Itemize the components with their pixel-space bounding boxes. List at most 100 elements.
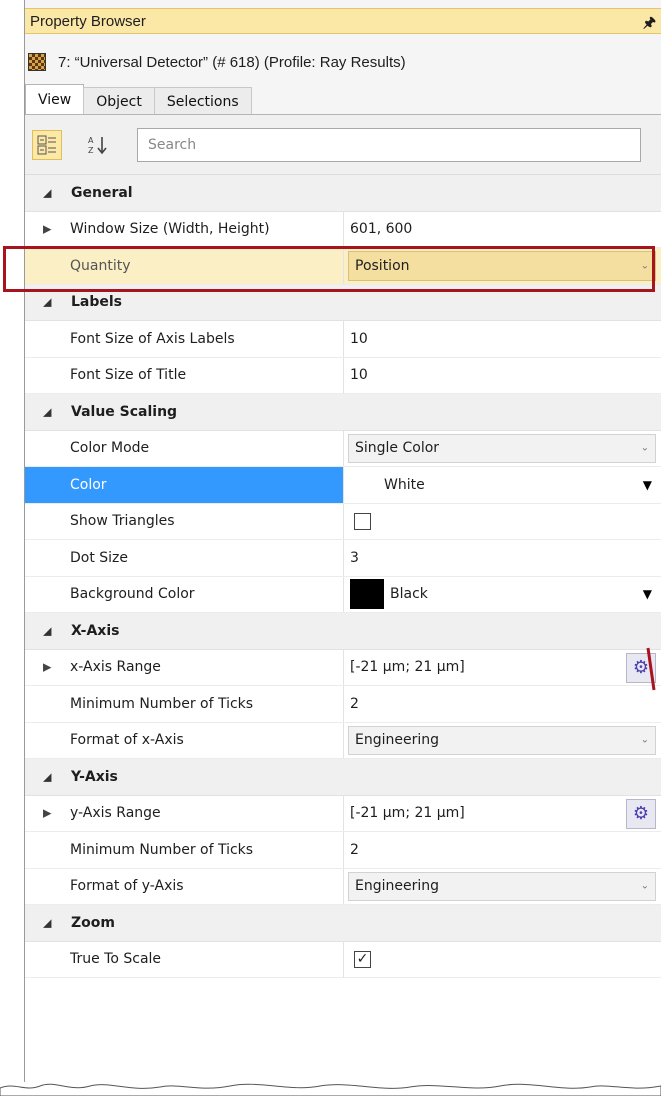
category-label: Y-Axis <box>71 768 118 785</box>
property-name: Show Triangles <box>70 513 175 530</box>
property-grid: ◢ General ▶ Window Size (Width, Height) … <box>25 175 661 978</box>
combo-value: Position <box>355 257 410 274</box>
property-value-text: 10 <box>350 367 368 384</box>
property-value-text: 2 <box>350 695 359 712</box>
svg-text:A: A <box>88 136 94 145</box>
property-row-min-ticks-x[interactable]: Minimum Number of Ticks 2 <box>25 686 661 723</box>
property-value[interactable]: Engineering ⌄ <box>343 868 661 904</box>
property-row-color-mode[interactable]: Color Mode Single Color ⌄ <box>25 430 661 467</box>
category-label: X-Axis <box>71 622 120 639</box>
category-zoom[interactable]: ◢ Zoom <box>25 905 661 942</box>
collapse-icon[interactable]: ◢ <box>43 624 51 637</box>
window-title: Property Browser <box>30 12 146 30</box>
property-row-font-size-title[interactable]: Font Size of Title 10 <box>25 357 661 394</box>
property-value[interactable]: [-21 µm; 21 µm] ⚙ <box>343 649 661 685</box>
property-value[interactable]: Black ▼ <box>343 576 661 612</box>
gear-icon[interactable]: ⚙ <box>626 798 656 829</box>
property-value[interactable] <box>343 503 661 539</box>
property-row-y-axis-range[interactable]: ▶ y-Axis Range [-21 µm; 21 µm] ⚙ <box>25 795 661 832</box>
property-value[interactable]: ✓ <box>343 941 661 977</box>
color-swatch <box>350 579 384 610</box>
detector-icon <box>28 53 46 71</box>
category-labels[interactable]: ◢ Labels <box>25 284 661 321</box>
property-row-quantity[interactable]: Quantity Position ⌄ <box>25 248 661 285</box>
category-label: Value Scaling <box>71 403 178 420</box>
property-row-background-color[interactable]: Background Color Black ▼ <box>25 576 661 613</box>
search-input[interactable]: Search <box>137 128 641 162</box>
property-value[interactable]: 601, 600 <box>343 211 661 247</box>
property-value[interactable]: Single Color ⌄ <box>343 430 661 466</box>
dropdown-arrow-icon[interactable]: ▼ <box>643 587 652 601</box>
property-row-format-x-axis[interactable]: Format of x-Axis Engineering ⌄ <box>25 722 661 759</box>
expand-icon[interactable]: ▶ <box>43 223 51 236</box>
expand-icon[interactable]: ▶ <box>43 661 51 674</box>
property-row-color[interactable]: Color White ▼ <box>25 467 661 504</box>
property-value[interactable]: 10 <box>343 321 661 357</box>
property-row-dot-size[interactable]: Dot Size 3 <box>25 540 661 577</box>
property-name: Format of y-Axis <box>70 878 184 895</box>
property-name: Dot Size <box>70 549 129 566</box>
dropdown-arrow-icon[interactable]: ▼ <box>643 478 652 492</box>
property-value[interactable]: Position ⌄ <box>343 248 661 284</box>
sort-az-icon: A Z <box>88 136 107 155</box>
property-row-window-size[interactable]: ▶ Window Size (Width, Height) 601, 600 <box>25 211 661 248</box>
property-value[interactable]: 2 <box>343 832 661 868</box>
property-value[interactable]: 10 <box>343 357 661 393</box>
chevron-down-icon[interactable]: ⌄ <box>641 443 649 454</box>
property-panel: A Z Search ◢ General ▶ Window Size (Widt… <box>25 114 661 1082</box>
property-value[interactable]: 2 <box>343 686 661 722</box>
tab-view[interactable]: View <box>25 84 85 115</box>
property-row-min-ticks-y[interactable]: Minimum Number of Ticks 2 <box>25 832 661 869</box>
search-placeholder: Search <box>148 137 197 153</box>
collapse-icon[interactable]: ◢ <box>43 770 51 783</box>
pin-icon[interactable]: 🖈 <box>643 12 656 36</box>
chevron-down-icon[interactable]: ⌄ <box>641 881 649 892</box>
tab-selections[interactable]: Selections <box>153 87 252 115</box>
property-name: Window Size (Width, Height) <box>70 221 270 238</box>
property-toolbar: A Z Search <box>25 115 661 175</box>
property-name: Color <box>70 476 107 493</box>
window-title-bar[interactable]: Property Browser 🖈 <box>25 8 661 34</box>
gear-icon[interactable]: ⚙ <box>626 652 656 683</box>
collapse-icon[interactable]: ◢ <box>43 405 51 418</box>
property-value[interactable]: 3 <box>343 540 661 576</box>
property-row-true-to-scale[interactable]: True To Scale ✓ <box>25 941 661 978</box>
property-row-x-axis-range[interactable]: ▶ x-Axis Range [-21 µm; 21 µm] ⚙ <box>25 649 661 686</box>
category-general[interactable]: ◢ General <box>25 175 661 212</box>
property-value[interactable]: White ▼ <box>343 467 661 503</box>
collapse-icon[interactable]: ◢ <box>43 296 51 309</box>
format-y-combo[interactable]: Engineering ⌄ <box>348 871 656 901</box>
alphabetical-sort-button[interactable]: A Z <box>83 130 113 160</box>
property-name: Minimum Number of Ticks <box>70 695 254 712</box>
collapse-icon[interactable]: ◢ <box>43 916 51 929</box>
combo-value: Engineering <box>355 732 439 749</box>
quantity-combo[interactable]: Position ⌄ <box>348 251 656 281</box>
property-row-format-y-axis[interactable]: Format of y-Axis Engineering ⌄ <box>25 868 661 905</box>
category-value-scaling[interactable]: ◢ Value Scaling <box>25 394 661 431</box>
category-x-axis[interactable]: ◢ X-Axis <box>25 613 661 650</box>
chevron-down-icon[interactable]: ⌄ <box>641 260 649 271</box>
true-to-scale-checkbox[interactable]: ✓ <box>354 950 371 968</box>
collapse-icon[interactable]: ◢ <box>43 186 51 199</box>
tab-strip: View Object Selections <box>25 84 252 115</box>
chevron-down-icon[interactable]: ⌄ <box>641 735 649 746</box>
property-value-text: 2 <box>350 841 359 858</box>
property-name: Minimum Number of Ticks <box>70 841 254 858</box>
category-y-axis[interactable]: ◢ Y-Axis <box>25 759 661 796</box>
property-row-font-size-axis-labels[interactable]: Font Size of Axis Labels 10 <box>25 321 661 358</box>
property-row-show-triangles[interactable]: Show Triangles <box>25 503 661 540</box>
svg-text:Z: Z <box>88 146 94 155</box>
color-value: White <box>384 476 425 493</box>
show-triangles-checkbox[interactable] <box>354 512 371 530</box>
property-value-text: 601, 600 <box>350 221 413 238</box>
color-mode-combo[interactable]: Single Color ⌄ <box>348 433 656 463</box>
property-value-text: 3 <box>350 549 359 566</box>
categorized-view-button[interactable] <box>32 130 62 160</box>
format-x-combo[interactable]: Engineering ⌄ <box>348 725 656 755</box>
tab-object[interactable]: Object <box>83 87 155 115</box>
property-value[interactable]: Engineering ⌄ <box>343 722 661 758</box>
property-name: True To Scale <box>70 951 162 968</box>
expand-icon[interactable]: ▶ <box>43 807 51 820</box>
property-value[interactable]: [-21 µm; 21 µm] ⚙ <box>343 795 661 831</box>
property-name: y-Axis Range <box>70 805 161 822</box>
